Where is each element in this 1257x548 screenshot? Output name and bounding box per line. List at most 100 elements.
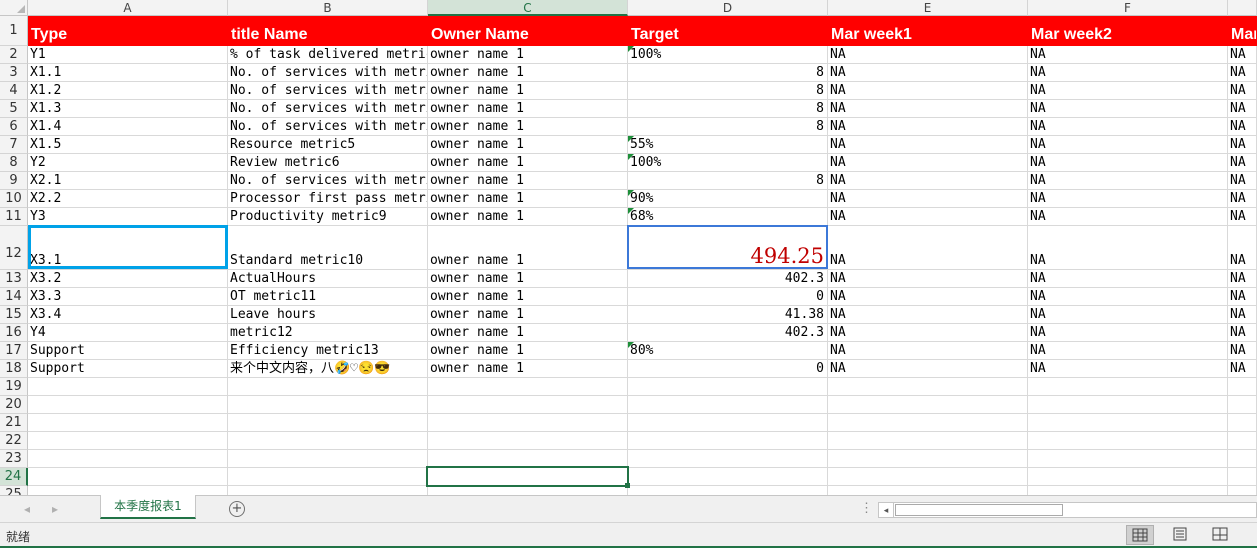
empty-cell[interactable] (28, 450, 228, 468)
row-header-19[interactable]: 19 (0, 378, 28, 396)
cell-week[interactable]: NA (1228, 118, 1257, 136)
cell-title[interactable]: No. of services with metric7 (228, 172, 428, 190)
cell-week[interactable]: NA (828, 190, 1028, 208)
cell-owner[interactable]: owner name 1 (428, 226, 628, 270)
empty-cell[interactable] (628, 378, 828, 396)
cell-week[interactable]: NA (1228, 306, 1257, 324)
cell-target[interactable]: 68% (628, 208, 828, 226)
cell-owner[interactable]: owner name 1 (428, 360, 628, 378)
cell-week[interactable]: NA (1028, 324, 1228, 342)
cell-week[interactable]: NA (1028, 82, 1228, 100)
cell-owner[interactable]: owner name 1 (428, 136, 628, 154)
empty-cell[interactable] (28, 396, 228, 414)
cell-title[interactable]: Productivity metric9 (228, 208, 428, 226)
row-header-1[interactable]: 1 (0, 16, 28, 46)
empty-cell[interactable] (228, 432, 428, 450)
row-header-16[interactable]: 16 (0, 324, 28, 342)
cell-owner[interactable]: owner name 1 (428, 324, 628, 342)
cell-owner[interactable]: owner name 1 (428, 64, 628, 82)
cell-week[interactable]: NA (1228, 208, 1257, 226)
empty-cell[interactable] (828, 468, 1028, 486)
cell-week[interactable]: NA (1028, 154, 1228, 172)
empty-cell[interactable] (428, 450, 628, 468)
split-handle-icon[interactable]: ⋮ (860, 500, 873, 516)
empty-cell[interactable] (1228, 486, 1257, 495)
row-header-14[interactable]: 14 (0, 288, 28, 306)
cell-target[interactable]: 41.38 (628, 306, 828, 324)
cell-type[interactable]: X1.5 (28, 136, 228, 154)
cell-type[interactable]: Support (28, 360, 228, 378)
row-header-12[interactable]: 12 (0, 226, 28, 270)
empty-cell[interactable] (628, 486, 828, 495)
cell-week[interactable]: NA (1228, 82, 1257, 100)
cell-owner[interactable]: owner name 1 (428, 208, 628, 226)
empty-cell[interactable] (1028, 486, 1228, 495)
header-cell-w2[interactable]: Mar week2 (1028, 16, 1228, 46)
row-header-6[interactable]: 6 (0, 118, 28, 136)
cell-title[interactable]: Review metric6 (228, 154, 428, 172)
empty-cell[interactable] (628, 414, 828, 432)
empty-cell[interactable] (828, 414, 1028, 432)
row-header-10[interactable]: 10 (0, 190, 28, 208)
cell-week[interactable]: NA (828, 46, 1028, 64)
sheet-tab[interactable]: 本季度报表1 (100, 495, 196, 519)
cell-type[interactable]: X1.3 (28, 100, 228, 118)
cell-week[interactable]: NA (828, 288, 1028, 306)
empty-cell[interactable] (28, 378, 228, 396)
empty-cell[interactable] (428, 378, 628, 396)
cell-title[interactable]: metric12 (228, 324, 428, 342)
spreadsheet-grid[interactable]: ABCDEF 1 2 3 4 5 6 7 8 9 10 11 12 13 14 15 16 17 18 19 20 21… (0, 0, 1257, 495)
empty-cell[interactable] (228, 468, 428, 486)
cell-target[interactable]: 8 (628, 64, 828, 82)
empty-cell[interactable] (1028, 468, 1228, 486)
row-header-22[interactable]: 22 (0, 432, 28, 450)
row-header-11[interactable]: 11 (0, 208, 28, 226)
cell-week[interactable]: NA (1028, 136, 1228, 154)
cell-week[interactable]: NA (828, 324, 1028, 342)
cell-type[interactable]: Y3 (28, 208, 228, 226)
cell-week[interactable]: NA (1228, 270, 1257, 288)
cell-type[interactable]: X1.4 (28, 118, 228, 136)
row-header-9[interactable]: 9 (0, 172, 28, 190)
empty-cell[interactable] (428, 396, 628, 414)
cell-week[interactable]: NA (828, 208, 1028, 226)
page-layout-view-icon[interactable] (1166, 525, 1194, 545)
cell-title[interactable]: Resource metric5 (228, 136, 428, 154)
cell-week[interactable]: NA (828, 64, 1028, 82)
cell-owner[interactable]: owner name 1 (428, 118, 628, 136)
cell-week[interactable]: NA (1028, 46, 1228, 64)
cell-week[interactable]: NA (828, 154, 1028, 172)
cell-target[interactable]: 80% (628, 342, 828, 360)
column-header-f[interactable]: F (1028, 0, 1228, 16)
cell-week[interactable]: NA (1228, 100, 1257, 118)
row-header-15[interactable]: 15 (0, 306, 28, 324)
cell-title[interactable]: 来个中文内容，八🤣♡😒😎 (228, 360, 428, 378)
cell-type[interactable]: Y2 (28, 154, 228, 172)
cell-week[interactable]: NA (1228, 190, 1257, 208)
cell-target[interactable]: 100% (628, 154, 828, 172)
empty-cell[interactable] (228, 378, 428, 396)
cell-week[interactable]: NA (1028, 226, 1228, 270)
empty-cell[interactable] (1228, 450, 1257, 468)
cell-week[interactable]: NA (1028, 172, 1228, 190)
cell-title[interactable]: No. of services with metric4 (228, 100, 428, 118)
cell-owner[interactable]: owner name 1 (428, 342, 628, 360)
empty-cell[interactable] (428, 468, 628, 486)
empty-cell[interactable] (1028, 378, 1228, 396)
empty-cell[interactable] (1228, 396, 1257, 414)
cell-type[interactable]: Support (28, 342, 228, 360)
cell-target[interactable]: 8 (628, 172, 828, 190)
cell-week[interactable]: NA (828, 306, 1028, 324)
normal-view-icon[interactable] (1126, 525, 1154, 545)
tab-scroll-right-icon[interactable]: ▸ (52, 502, 58, 516)
empty-cell[interactable] (1028, 432, 1228, 450)
cell-target[interactable]: 0 (628, 360, 828, 378)
cell-week[interactable]: NA (1228, 172, 1257, 190)
cell-target[interactable]: 402.3 (628, 324, 828, 342)
empty-cell[interactable] (1228, 378, 1257, 396)
cell-type[interactable]: X1.1 (28, 64, 228, 82)
empty-cell[interactable] (628, 396, 828, 414)
row-header-2[interactable]: 2 (0, 46, 28, 64)
cell-week[interactable]: NA (828, 82, 1028, 100)
empty-cell[interactable] (828, 432, 1028, 450)
